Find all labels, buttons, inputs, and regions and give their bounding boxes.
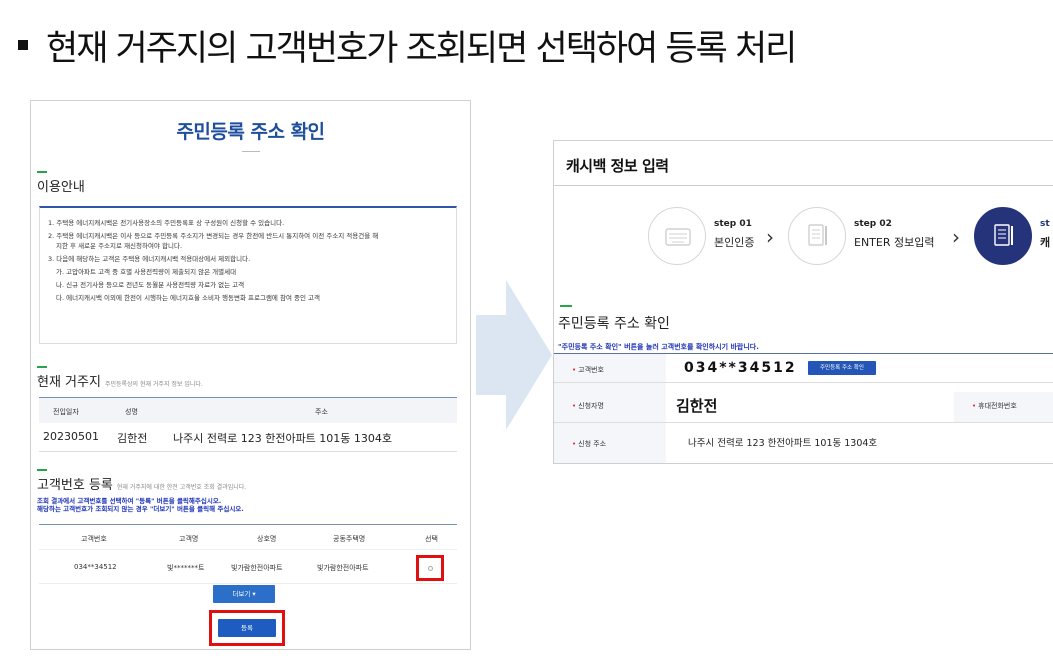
step-1-name: 본인인증 xyxy=(714,236,755,249)
section-mark xyxy=(37,366,47,368)
applicant-value: 김한전 xyxy=(676,397,718,415)
guide-title: 이용안내 xyxy=(37,180,85,195)
section-mark xyxy=(560,305,572,307)
resident-address-panel: 주민등록 주소 확인 이용안내 1. 주택용 에너지캐시백은 전기사용장소의 주… xyxy=(30,100,471,650)
address-value: 나주시 전력로 123 한전아파트 101동 1304호 xyxy=(688,438,878,449)
document-icon xyxy=(994,224,1013,246)
address-label: • 신청 주소 xyxy=(572,440,607,448)
register-highlight: 등록 xyxy=(209,610,285,646)
col-header: 주소 xyxy=(315,408,328,416)
select-highlight xyxy=(416,555,444,581)
resident-name: 김한전 xyxy=(117,432,148,445)
col-header: 고객명 xyxy=(179,535,199,543)
section-mark xyxy=(37,469,47,471)
page-title: 주민등록 주소 확인 xyxy=(176,121,325,143)
guide-line: 2. 주택용 에너지캐시백은 이사 등으로 주민등록 주소지가 변경되는 경우 … xyxy=(48,232,379,240)
chevron-right-icon: › xyxy=(952,225,960,249)
headline: 현재 거주지의 고객번호가 조회되면 선택하여 등록 처리 xyxy=(18,20,797,71)
guide-line: 가. 고압아파트 고객 중 호별 사용전력량이 제출되지 않은 개별세대 xyxy=(56,268,237,276)
customer-no-value: 034**34512 xyxy=(684,360,797,376)
headline-text: 현재 거주지의 고객번호가 조회되면 선택하여 등록 처리 xyxy=(46,29,797,69)
guide-box: 1. 주택용 에너지캐시백은 전기사용장소의 주민등록표 상 구성원이 신청할 … xyxy=(39,206,457,344)
guide-line: 나. 신규 전기사용 등으로 전년도 동월분 사용전력량 자료가 없는 고객 xyxy=(56,281,245,289)
title-divider xyxy=(554,185,1053,186)
phone-label: • 휴대전화번호 xyxy=(972,402,1017,410)
arrow-right-icon xyxy=(476,280,552,430)
step-1-circle xyxy=(648,207,706,265)
residence-section-header: 현재 거주지 주민등록상의 현재 거주지 정보 입니다. xyxy=(37,366,203,390)
col-header: 상호명 xyxy=(257,535,277,543)
row-divider xyxy=(39,549,457,550)
section-note: "주민등록 주소 확인" 버튼을 눌러 고객번호를 확인하시기 바랍니다. xyxy=(558,343,759,351)
business-name: 빛가람한전아파트 xyxy=(231,564,283,572)
col-header: 성명 xyxy=(125,408,138,416)
step-3-circle xyxy=(974,207,1032,265)
step-2-name: ENTER 정보입력 xyxy=(854,236,935,249)
col-header: 전입일자 xyxy=(53,408,79,416)
section-mark xyxy=(37,171,47,173)
apartment-name: 빛가람한전아파트 xyxy=(317,564,369,572)
register-button[interactable]: 등록 xyxy=(218,619,276,637)
customer-number: 034**34512 xyxy=(74,563,117,571)
section-title: 주민등록 주소 확인 xyxy=(558,316,670,332)
residence-subtitle: 주민등록상의 현재 거주지 정보 입니다. xyxy=(104,381,203,388)
panel-title: 캐시백 정보 입력 xyxy=(566,157,669,175)
step-1-number: step 01 xyxy=(714,219,752,229)
guide-line: 다. 에너지캐시백 이외에 한전이 시행하는 에너지효율 소비자 행동변화 프로… xyxy=(56,294,320,302)
row-divider xyxy=(554,422,1053,423)
row-divider xyxy=(39,583,457,584)
guide-line: 지한 후 새로운 주소지로 재신청하여야 합니다. xyxy=(56,242,183,250)
keyboard-icon xyxy=(665,228,691,246)
applicant-label: • 신청자명 xyxy=(572,402,604,410)
cashback-info-panel: 캐시백 정보 입력 step 01 본인인증 › step 02 ENTER 정… xyxy=(553,140,1053,464)
step-2-circle xyxy=(788,207,846,265)
col-header: 고객번호 xyxy=(81,535,107,543)
customer-table-top xyxy=(39,524,457,525)
guide-line: 3. 다음에 해당하는 고객은 주택용 에너지캐시백 적용대상에서 제외합니다. xyxy=(48,255,251,263)
row-divider xyxy=(554,382,1053,383)
move-in-date: 20230501 xyxy=(43,430,99,443)
address-check-button[interactable]: 주민등록 주소 확인 xyxy=(808,361,876,375)
row-divider xyxy=(39,451,457,452)
step-3-number: st xyxy=(1040,219,1050,229)
col-header: 선택 xyxy=(425,535,438,543)
customer-note-2: 해당하는 고객번호가 조회되지 않는 경우 "더보기" 버튼을 클릭해 주십시오… xyxy=(37,505,244,513)
step-3-name: 캐 xyxy=(1040,236,1051,249)
guide-line: 1. 주택용 에너지캐시백은 전기사용장소의 주민등록표 상 구성원이 신청할 … xyxy=(48,219,285,227)
document-icon xyxy=(808,224,827,246)
customer-title: 고객번호 등록 xyxy=(37,478,113,493)
resident-address: 나주시 전력로 123 한전아파트 101동 1304호 xyxy=(173,432,393,445)
bullet-icon xyxy=(18,40,28,50)
title-divider xyxy=(242,151,260,152)
chevron-right-icon: › xyxy=(766,225,774,249)
more-button[interactable]: 더보기 ▾ xyxy=(213,585,275,603)
residence-title: 현재 거주지 xyxy=(37,375,101,390)
residence-table-header xyxy=(39,397,457,423)
customer-name: 빛*******트 xyxy=(167,564,205,572)
customer-section-header: 고객번호 등록 현재 거주지에 대한 한전 고객번호 조회 결과입니다. xyxy=(37,469,246,493)
customer-subtitle: 현재 거주지에 대한 한전 고객번호 조회 결과입니다. xyxy=(116,484,247,491)
col-header: 공동주택명 xyxy=(333,535,366,543)
step-2-number: step 02 xyxy=(854,219,892,229)
label-column xyxy=(554,354,666,463)
guide-section-header: 이용안내 xyxy=(37,171,85,195)
select-radio[interactable] xyxy=(428,566,433,571)
customer-no-label: • 고객번호 xyxy=(572,366,604,374)
